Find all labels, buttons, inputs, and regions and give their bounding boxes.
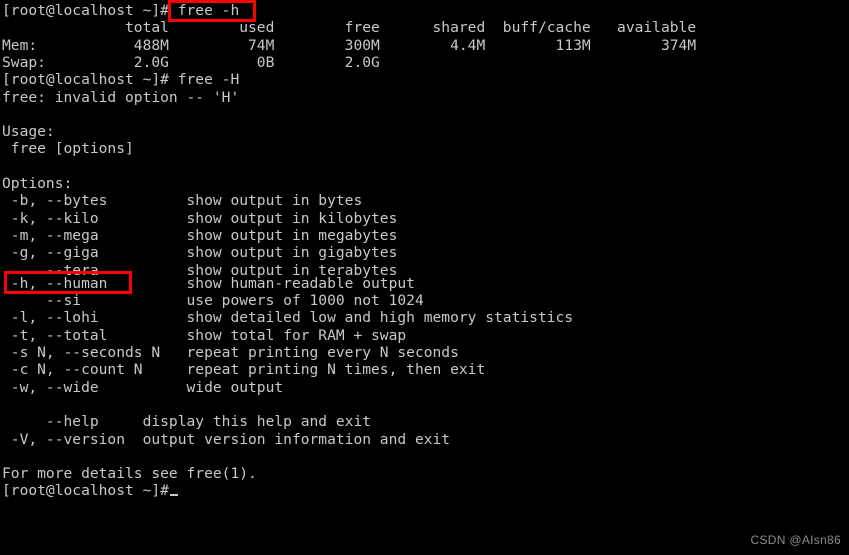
terminal-line-option-mega: -m, --mega show output in megabytes [2,226,398,244]
screenshot-root: [root@localhost ~]# free -h total used f… [0,0,849,555]
terminal-line-error: free: invalid option -- 'H' [2,88,240,106]
terminal-line-options-heading: Options: [2,175,73,192]
terminal-line-more-details: For more details see free(1). [2,465,257,483]
terminal-line-table-header: total used free shared buff/cache availa… [2,19,697,37]
terminal-line-usage-synopsis: free [options] [2,140,134,158]
terminal-line-option-giga: -g, --giga show output in gigabytes [2,244,398,262]
terminal-line-option-total: -t, --total show total for RAM + swap [2,326,407,344]
terminal-line-option-human: -h, --human show human-readable output [2,274,415,292]
terminal-line-option-lohi: -l, --lohi show detailed low and high me… [2,309,574,327]
terminal-line-final-prompt: [root@localhost ~]# [2,482,179,500]
terminal-line-option-kilo: -k, --kilo show output in kilobytes [2,209,398,227]
terminal-line-option-wide: -w, --wide wide output [2,378,284,396]
terminal-line-prompt-free-H: [root@localhost ~]# free -H [2,71,240,89]
terminal-line-prompt-free-h: [root@localhost ~]# free -h [2,2,240,19]
final-prompt-text: [root@localhost ~]# [2,482,169,500]
terminal-line-mem-row: Mem: 488M 74M 300M 4.4M 113M 374M [2,36,697,54]
terminal-line-option-help: --help display this help and exit [2,413,372,431]
terminal-line-usage-heading: Usage: [2,123,55,141]
terminal-window[interactable]: [root@localhost ~]# free -h total used f… [0,0,849,555]
terminal-line-option-si: --si use powers of 1000 not 1024 [2,292,424,310]
terminal-line-option-version: -V, --version output version information… [2,430,451,448]
csdn-watermark: CSDN @AIsn86 [750,533,841,547]
terminal-line-swap-row: Swap: 2.0G 0B 2.0G [2,53,380,71]
terminal-line-option-bytes: -b, --bytes show output in bytes [2,192,363,210]
terminal-line-option-count: -c N, --count N repeat printing N times,… [2,361,486,379]
text-cursor [169,494,179,497]
terminal-line-option-seconds: -s N, --seconds N repeat printing every … [2,344,459,361]
